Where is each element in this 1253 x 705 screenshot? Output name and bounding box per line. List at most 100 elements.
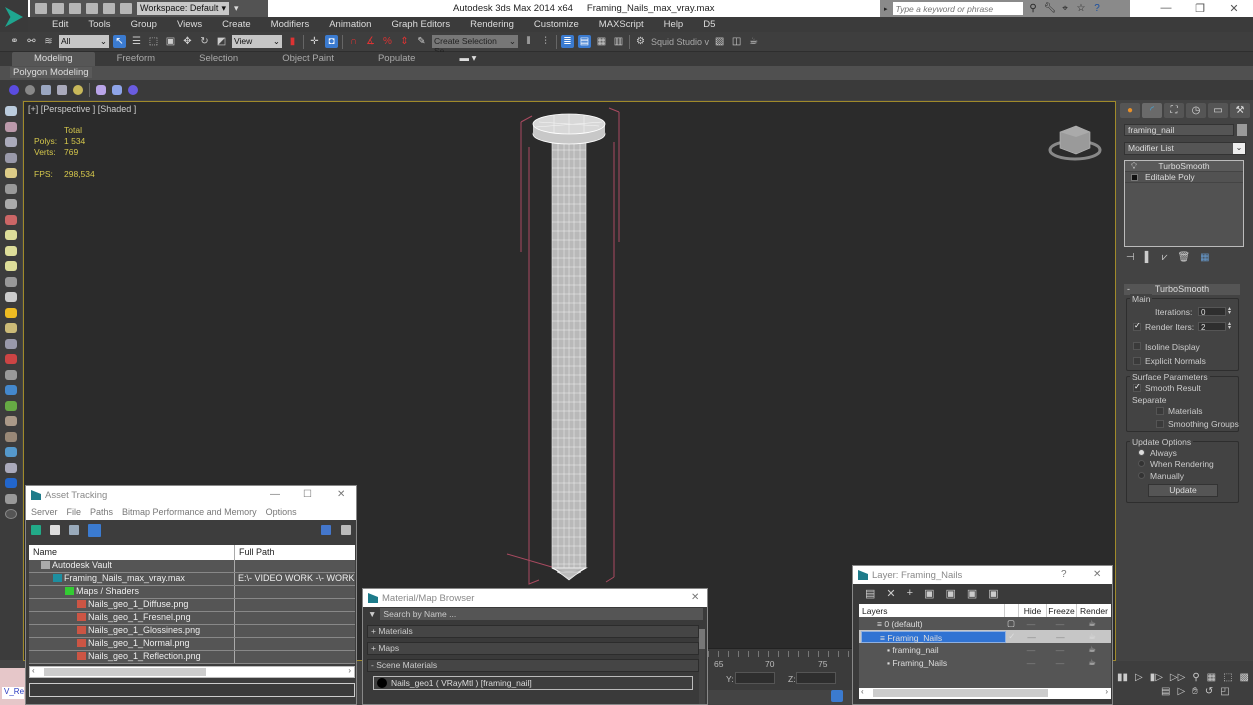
rectangle-light-icon[interactable] [5, 230, 17, 240]
ies-light-icon[interactable] [5, 276, 17, 287]
radio-always[interactable] [1138, 449, 1145, 456]
menu-animation[interactable]: Animation [319, 19, 381, 30]
vray-icon[interactable] [9, 85, 19, 95]
minimize-button[interactable]: — [270, 489, 280, 500]
curve-editor-icon[interactable]: ▦ [595, 35, 608, 48]
asset-row[interactable]: Maps / Shaders [29, 586, 355, 599]
zoom-icon[interactable]: ⚲ [1192, 672, 1199, 683]
time-slider-ruler[interactable]: 65 70 75 [708, 648, 853, 669]
help-icon[interactable] [321, 525, 331, 535]
binoculars-icon[interactable]: ⚲ [1028, 3, 1039, 14]
maximize-viewport-icon[interactable]: ◰ [1220, 686, 1229, 697]
unlink-icon[interactable]: ⚯ [25, 35, 38, 48]
teapot-icon[interactable] [5, 106, 17, 116]
container-icon[interactable] [5, 152, 17, 163]
context-help-icon[interactable] [341, 525, 351, 535]
character-icon[interactable] [5, 214, 17, 225]
menu-group[interactable]: Group [121, 19, 167, 30]
menu-modifiers[interactable]: Modifiers [261, 19, 320, 30]
column-layers[interactable]: Layers [859, 604, 1005, 617]
material-editor-icon[interactable]: ⚙ [634, 35, 647, 48]
tab-object-paint[interactable]: Object Paint [260, 52, 356, 66]
modify-tab-icon[interactable]: ◜ [1142, 103, 1162, 118]
bind-spacewarp-icon[interactable]: ≋ [42, 35, 55, 48]
stack-item-editable-poly[interactable]: Editable Poly [1125, 172, 1243, 183]
zoom-extents-all-icon[interactable]: ▩ [1240, 672, 1249, 683]
field-of-view-icon[interactable]: ▷ [1177, 686, 1185, 697]
viewport-label[interactable]: [+] [Perspective ] [Shaded ] [28, 104, 136, 114]
select-by-name-icon[interactable]: ☰ [130, 35, 143, 48]
layer-manager-icon[interactable]: ≣ [561, 35, 574, 48]
column-name[interactable]: Name [29, 545, 235, 560]
select-layer-icon[interactable]: ▣ [945, 587, 955, 600]
column-render[interactable]: Render [1077, 604, 1111, 617]
radio-when-rendering[interactable] [1138, 460, 1145, 467]
asset-row[interactable]: Nails_geo_1_Fresnel.png [29, 612, 355, 625]
menu-edit[interactable]: Edit [42, 19, 78, 30]
sphere-paint-icon[interactable] [5, 447, 17, 457]
zoom-extents-icon[interactable]: ⬚ [1223, 672, 1232, 683]
help-button[interactable]: ? [1061, 569, 1067, 580]
fur-icon[interactable] [5, 338, 17, 349]
freeze-toggle[interactable]: — [1045, 619, 1075, 629]
goto-end-icon[interactable]: ▷▷ [1170, 672, 1185, 683]
horizontal-scrollbar[interactable]: ‹ › [859, 687, 1111, 699]
tab-modeling[interactable]: Modeling [12, 52, 95, 66]
radio-manually[interactable] [1138, 472, 1145, 479]
hide-all-icon[interactable]: ▣ [988, 587, 998, 600]
modifier-list-dropdown[interactable]: Modifier List ⌄ [1124, 142, 1246, 155]
render-teapot-icon[interactable]: ☕︎ [1075, 618, 1109, 629]
vray-proxy-icon[interactable] [112, 85, 122, 95]
iterations-spinner[interactable]: 0 [1198, 307, 1226, 317]
spinner-arrows-icon[interactable]: ▴ ▾ [1228, 321, 1234, 331]
plant-icon[interactable] [5, 400, 17, 411]
tab-selection[interactable]: Selection [177, 52, 260, 66]
layer-dialog-titlebar[interactable]: Layer: Framing_Nails ? ✕ [853, 566, 1112, 584]
delete-layer-icon[interactable]: ✕ [886, 587, 895, 600]
play-icon[interactable]: ▷ [1135, 672, 1143, 683]
section-materials[interactable]: + Materials [367, 625, 699, 638]
spot-light-icon[interactable] [5, 292, 17, 302]
object-color-swatch[interactable] [1237, 124, 1247, 136]
menu-create[interactable]: Create [212, 19, 261, 30]
ambient-light-icon[interactable] [5, 323, 17, 333]
explicit-normals-checkbox[interactable] [1133, 357, 1141, 365]
project-folder-icon[interactable] [120, 3, 132, 14]
render-iters-spinner[interactable]: 2 [1198, 322, 1226, 332]
pivot-center-icon[interactable]: ▮ [286, 35, 299, 48]
asset-tracking-titlebar[interactable]: Asset Tracking — ☐ ✕ [26, 486, 356, 504]
magnet-icon[interactable] [5, 354, 17, 364]
next-frame-icon[interactable]: ▮▷ [1150, 672, 1163, 683]
select-object-icon[interactable]: ↖ [113, 35, 126, 48]
squid-studio-label[interactable]: Squid Studio v [651, 37, 709, 47]
hierarchy-tab-icon[interactable]: ⛶ [1164, 103, 1184, 118]
column-freeze[interactable]: Freeze [1047, 604, 1077, 617]
layer-row[interactable]: ▪ framing_nail — — ☕︎ [859, 643, 1111, 656]
scroll-left-icon[interactable]: ‹ [861, 687, 864, 696]
asset-row[interactable]: Nails_geo_1_Glossines.png [29, 625, 355, 638]
viewcube[interactable] [1048, 125, 1102, 161]
update-button[interactable]: Update [1148, 484, 1218, 497]
menu-file[interactable]: File [67, 507, 82, 517]
current-layer-check-icon[interactable]: ✓ [1006, 631, 1018, 642]
keyword-search-input[interactable] [892, 2, 1023, 15]
orbit-icon[interactable]: ↺ [1205, 686, 1213, 697]
section-scene-materials[interactable]: - Scene Materials [367, 659, 699, 672]
keyboard-shortcut-toggle-icon[interactable]: ◘ [325, 35, 338, 48]
close-button[interactable]: ✕ [337, 489, 345, 500]
vertical-scrollbar[interactable] [699, 629, 705, 704]
align-icon[interactable]: ⫶ [539, 35, 552, 48]
expand-box-icon[interactable] [1131, 174, 1138, 181]
select-manipulate-icon[interactable]: ✛ [308, 35, 321, 48]
render-teapot-icon[interactable]: ☕︎ [1075, 657, 1109, 668]
named-selection-dropdown[interactable]: Create Selection Se ⌄ [432, 35, 518, 56]
minimize-button[interactable]: — [1156, 2, 1176, 14]
maxscript-mini-listener[interactable]: V_Re [2, 687, 24, 699]
menu-graph-editors[interactable]: Graph Editors [381, 19, 460, 30]
display-tab-icon[interactable]: ▭ [1208, 103, 1228, 118]
tab-freeform[interactable]: Freeform [95, 52, 178, 66]
vray-sphere-icon[interactable] [128, 85, 138, 95]
object-name-field[interactable]: framing_nail [1124, 124, 1234, 136]
create-layer-icon[interactable]: ▤ [865, 587, 875, 600]
scroll-right-icon[interactable]: › [348, 666, 351, 675]
